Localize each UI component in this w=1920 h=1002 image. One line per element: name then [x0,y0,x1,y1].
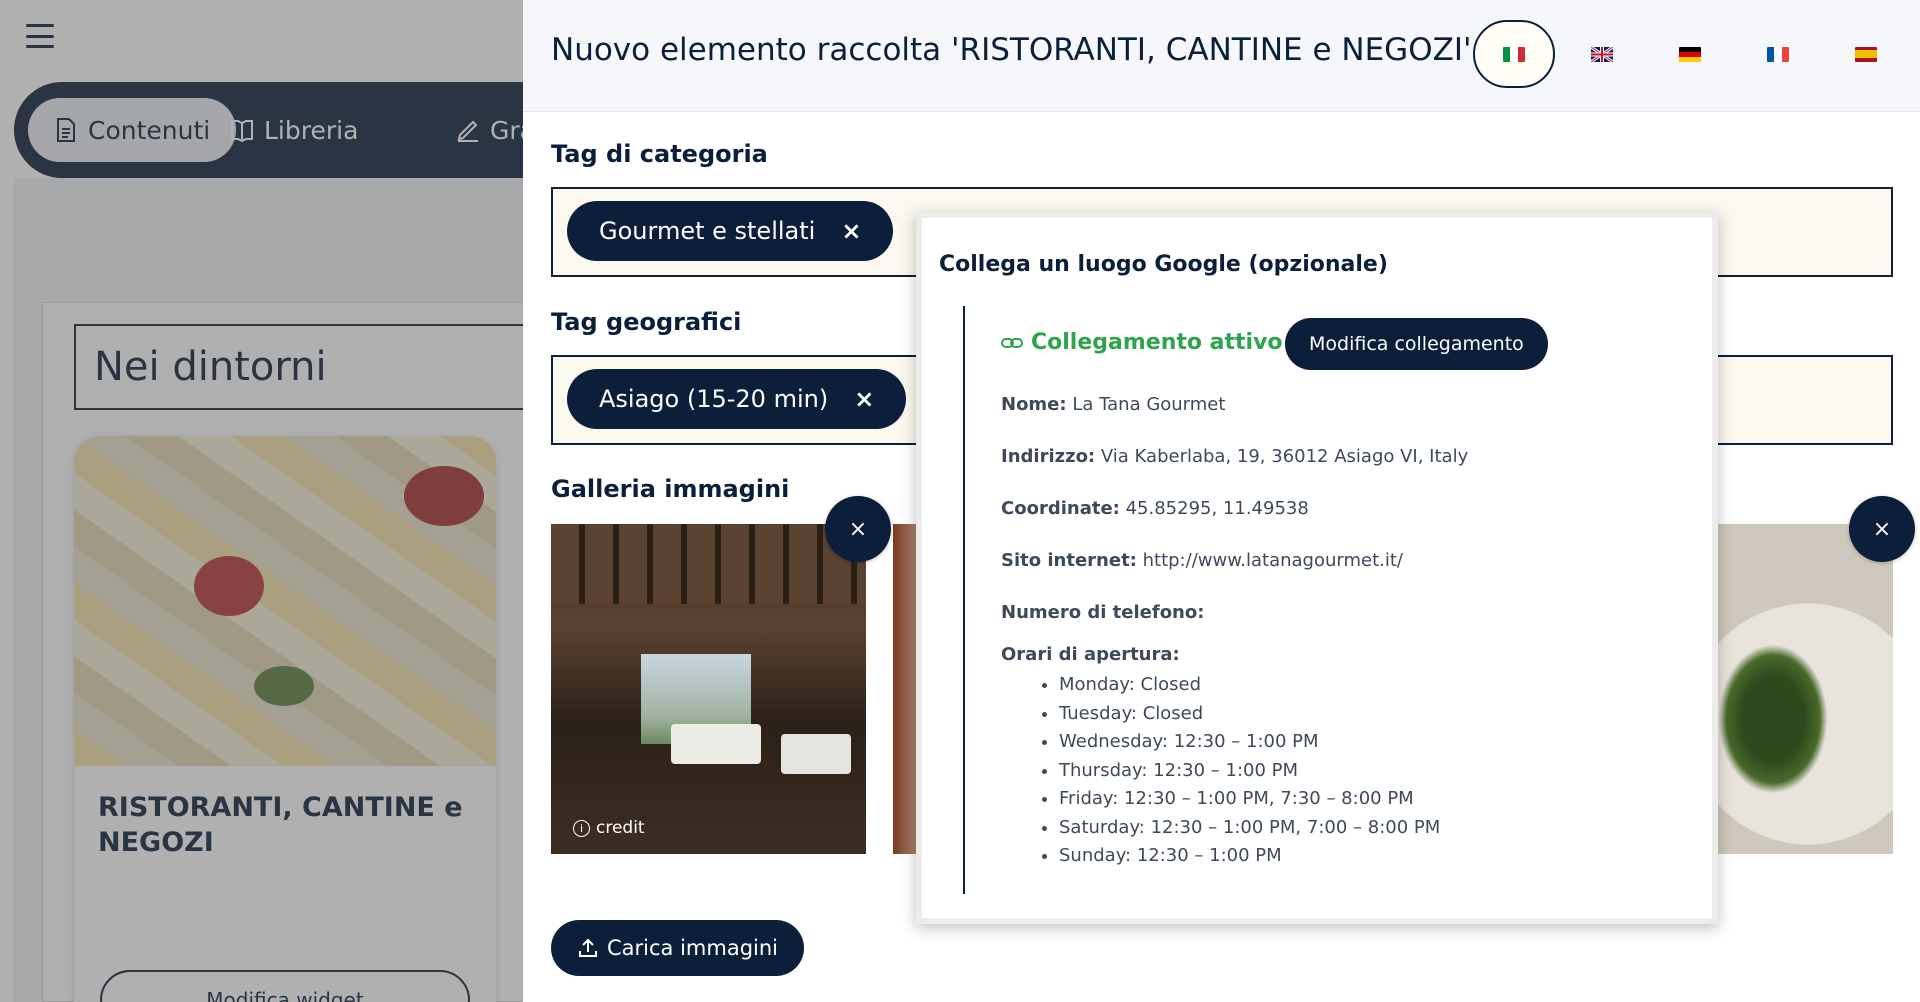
uk-flag-icon [1591,46,1613,62]
place-name: Nome: La Tana Gourmet [1001,394,1226,415]
lang-en-button[interactable] [1561,20,1643,88]
remove-image-button[interactable]: × [825,496,891,562]
hours-item: Saturday: 12:30 – 1:00 PM, 7:00 – 8:00 P… [1059,814,1440,843]
lang-es-button[interactable] [1825,20,1907,88]
hours-item: Wednesday: 12:30 – 1:00 PM [1059,728,1440,757]
link-status-label: Collegamento attivo [1031,330,1283,355]
spain-flag-icon [1855,46,1877,62]
hours-item: Sunday: 12:30 – 1:00 PM [1059,842,1440,871]
opening-hours-label: Orari di apertura: [1001,644,1180,665]
geo-tags-label: Tag geografici [551,308,742,336]
info-icon: i [573,819,590,837]
place-details: Collegamento attivo Modifica collegament… [963,306,1663,894]
place-website: Sito internet: http://www.latanagourmet.… [1001,550,1403,571]
hours-item: Monday: Closed [1059,671,1440,700]
remove-tag-icon[interactable]: × [841,217,861,245]
credit-label: credit [596,818,645,838]
lang-fr-button[interactable] [1737,20,1819,88]
geo-tag-chip: Asiago (15-20 min) × [567,369,907,429]
lang-de-button[interactable] [1649,20,1731,88]
popup-title: Collega un luogo Google (opzionale) [939,252,1388,277]
lang-it-button[interactable] [1473,20,1555,88]
link-status: Collegamento attivo [1001,330,1283,355]
france-flag-icon [1767,46,1789,62]
remove-tag-icon[interactable]: × [854,385,874,413]
upload-images-button[interactable]: Carica immagini [551,920,805,976]
panel-header: Nuovo elemento raccolta 'RISTORANTI, CAN… [523,0,1920,112]
hours-item: Thursday: 12:30 – 1:00 PM [1059,757,1440,786]
modify-link-button[interactable]: Modifica collegamento [1285,318,1548,370]
gallery-label: Galleria immagini [551,475,790,503]
credit-link[interactable]: i credit [573,818,645,838]
remove-image-button[interactable]: × [1849,496,1915,562]
category-tags-label: Tag di categoria [551,140,768,168]
opening-hours: Orari di apertura: Monday: Closed Tuesda… [1001,644,1440,871]
gallery-image-dish[interactable] [1718,524,1893,854]
gallery-image-dining-room[interactable]: i credit [551,524,866,854]
overlay-dim[interactable] [0,0,524,1002]
website-link[interactable]: http://www.latanagourmet.it/ [1143,550,1403,571]
place-address: Indirizzo: Via Kaberlaba, 19, 36012 Asia… [1001,446,1469,467]
google-place-popup: Collega un luogo Google (opzionale) Coll… [916,212,1718,924]
upload-images-label: Carica immagini [607,936,779,960]
panel-title: Nuovo elemento raccolta 'RISTORANTI, CAN… [551,32,1472,68]
hours-item: Tuesday: Closed [1059,700,1440,729]
upload-icon [579,938,597,957]
place-coordinates: Coordinate: 45.85295, 11.49538 [1001,498,1309,519]
italy-flag-icon [1503,46,1525,62]
germany-flag-icon [1679,46,1701,62]
category-tag-chip: Gourmet e stellati × [567,201,894,261]
hours-item: Friday: 12:30 – 1:00 PM, 7:30 – 8:00 PM [1059,785,1440,814]
place-phone: Numero di telefono: [1001,602,1205,623]
tag-chip-label: Asiago (15-20 min) [599,385,829,413]
tag-chip-label: Gourmet e stellati [599,217,816,245]
link-icon [1001,337,1023,348]
opening-hours-list: Monday: Closed Tuesday: Closed Wednesday… [1001,671,1440,871]
